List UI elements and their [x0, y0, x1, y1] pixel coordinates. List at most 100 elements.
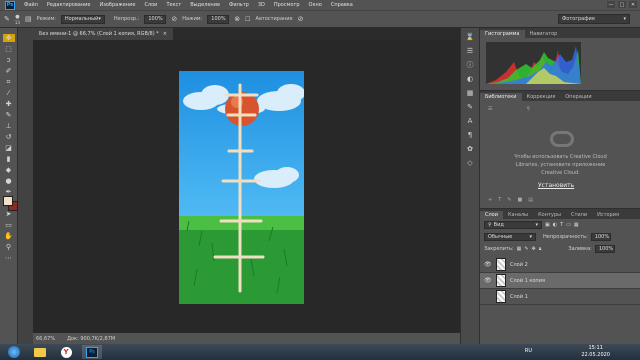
color-panel-icon[interactable]: ◐	[464, 74, 476, 84]
close-button[interactable]: ✕	[629, 1, 637, 8]
healing-brush-icon[interactable]: ✚	[3, 100, 15, 108]
menu-window[interactable]: Окно	[309, 2, 322, 8]
yandex-browser-icon[interactable]: Y	[56, 345, 76, 359]
crop-tool-icon[interactable]: ⌗	[3, 78, 15, 86]
layer-row[interactable]: Слой 1	[480, 289, 640, 305]
explorer-icon[interactable]	[30, 345, 50, 359]
brush-tool-icon[interactable]: ✎	[4, 15, 10, 23]
autoerase-checkbox[interactable]: ☐	[245, 16, 250, 23]
document-canvas[interactable]	[179, 71, 304, 304]
menu-filter[interactable]: Фильтр	[229, 2, 249, 8]
document-tab[interactable]: Без имени-1 @ 66,7% (Слой 1 копия, RGB/8…	[33, 28, 173, 40]
smart-filter-icon[interactable]: ▦	[574, 222, 579, 228]
tab-histogram[interactable]: Гистограмма	[480, 30, 525, 38]
dodge-tool-icon[interactable]: ●	[3, 177, 15, 185]
history-brush-icon[interactable]: ↺	[3, 133, 15, 141]
pressure-opacity-icon[interactable]: ⊘	[171, 15, 177, 23]
marquee-tool-icon[interactable]: ⬚	[3, 45, 15, 53]
layer-icon[interactable]: ▤	[528, 197, 533, 203]
brush-panel-icon[interactable]: ▤	[25, 15, 32, 23]
brush-panel-icon[interactable]: ✎	[464, 102, 476, 112]
layer-opacity-field[interactable]: 100%	[590, 233, 611, 241]
start-orb-icon[interactable]	[4, 345, 24, 359]
tab-navigator[interactable]: Навигатор	[525, 30, 563, 38]
search-icon[interactable]: ⚲	[526, 106, 530, 112]
system-clock[interactable]: 15:11 22.05.2020	[581, 345, 610, 359]
brush-tool-icon[interactable]: ✎	[3, 111, 15, 119]
pixel-filter-icon[interactable]: ▣	[545, 222, 550, 228]
swatches-panel-icon[interactable]: ▦	[464, 88, 476, 98]
menu-layers[interactable]: Слои	[144, 2, 157, 8]
zoom-tool-icon[interactable]: ⚲	[3, 243, 15, 251]
move-tool-icon[interactable]: ✥	[2, 34, 15, 42]
styles-panel-icon[interactable]: ✿	[464, 144, 476, 154]
visibility-eye-icon[interactable]: 👁︎	[484, 261, 492, 268]
menu-help[interactable]: Справка	[331, 2, 353, 8]
gradient-icon[interactable]: ▮	[3, 155, 15, 163]
character-panel-icon[interactable]: A	[464, 116, 476, 126]
tab-actions[interactable]: Операции	[560, 93, 596, 101]
lock-pixels-icon[interactable]: ▦	[517, 246, 522, 252]
layer-row-selected[interactable]: 👁︎ Слой 1 копия	[480, 273, 640, 289]
kind-filter-select[interactable]: ⚲ Вид ▾	[484, 221, 542, 229]
tab-layers[interactable]: Слои	[480, 211, 503, 219]
layer-row[interactable]: 👁︎ Слой 2	[480, 257, 640, 273]
eyedropper-icon[interactable]: ⁄	[3, 89, 15, 97]
lock-all-icon[interactable]: 🔒︎	[539, 246, 542, 252]
menu-3d[interactable]: 3D	[258, 2, 265, 8]
pressure-size-icon[interactable]: ⊘	[298, 15, 304, 23]
hand-tool-icon[interactable]: ✋	[3, 232, 15, 240]
color-icon[interactable]: ■	[517, 197, 522, 203]
fill-field[interactable]: 100%	[594, 245, 615, 253]
blend-mode-select[interactable]: Обычные ▾	[484, 233, 536, 241]
tab-libraries[interactable]: Библиотеки	[480, 93, 522, 101]
list-view-icon[interactable]: ☰	[488, 106, 492, 112]
visibility-eye-icon[interactable]: 👁︎	[484, 277, 492, 284]
clone-stamp-icon[interactable]: ⊥	[3, 122, 15, 130]
tab-history[interactable]: История	[592, 211, 624, 219]
type-filter-icon[interactable]: T	[560, 222, 563, 228]
photoshop-icon[interactable]: Ps	[82, 345, 102, 359]
opacity-field[interactable]: 100%	[144, 14, 167, 24]
adjust-filter-icon[interactable]: ◐	[553, 222, 557, 228]
path-select-icon[interactable]: ➤	[3, 210, 15, 218]
brush-icon[interactable]: ✎	[507, 197, 511, 203]
menu-file[interactable]: Файл	[24, 2, 38, 8]
more-tools-icon[interactable]: ⋯	[3, 254, 15, 262]
menu-type[interactable]: Текст	[166, 2, 181, 8]
lock-paint-icon[interactable]: ✎	[524, 246, 528, 252]
minimize-button[interactable]: —	[607, 1, 615, 8]
info-panel-icon[interactable]: ⓘ	[464, 60, 476, 70]
tab-channels[interactable]: Каналы	[503, 211, 533, 219]
properties-panel-icon[interactable]: ☰	[464, 46, 476, 56]
language-indicator[interactable]: RU	[525, 348, 532, 354]
tab-styles[interactable]: Стили	[566, 211, 592, 219]
tab-adjustments[interactable]: Коррекция	[522, 93, 561, 101]
maximize-button[interactable]: □	[618, 1, 626, 8]
pressure-field[interactable]: 100%	[207, 14, 230, 24]
brush-preset-icon[interactable]: ● 13	[15, 14, 20, 25]
menu-select[interactable]: Выделение	[190, 2, 220, 8]
paragraph-panel-icon[interactable]: ¶	[464, 130, 476, 140]
menu-image[interactable]: Изображение	[99, 2, 135, 8]
add-content-icon[interactable]: +	[488, 197, 492, 203]
tab-paths[interactable]: Контуры	[533, 211, 566, 219]
shape-filter-icon[interactable]: ▭	[566, 222, 571, 228]
paths-panel-icon[interactable]: ◇	[464, 158, 476, 168]
eraser-icon[interactable]: ◪	[3, 144, 15, 152]
install-link[interactable]: Установить	[538, 182, 574, 189]
foreground-color-swatch[interactable]	[3, 196, 13, 206]
close-tab-icon[interactable]: ×	[163, 31, 167, 37]
shape-tool-icon[interactable]: ▭	[3, 221, 15, 229]
blur-tool-icon[interactable]: ◆	[3, 166, 15, 174]
menu-edit[interactable]: Редактирование	[47, 2, 91, 8]
quick-select-icon[interactable]: ✐	[3, 67, 15, 75]
airbrush-icon[interactable]: ⊗	[234, 15, 240, 23]
lasso-tool-icon[interactable]: ↄ	[3, 56, 15, 64]
zoom-level[interactable]: 66,67%	[36, 336, 55, 342]
text-icon[interactable]: T	[498, 197, 501, 203]
history-panel-icon[interactable]: ⌛	[464, 32, 476, 42]
workspace-select[interactable]: Фотография ▾	[558, 14, 630, 24]
lock-move-icon[interactable]: ✥	[532, 246, 536, 252]
pen-tool-icon[interactable]: ✒	[3, 188, 15, 196]
